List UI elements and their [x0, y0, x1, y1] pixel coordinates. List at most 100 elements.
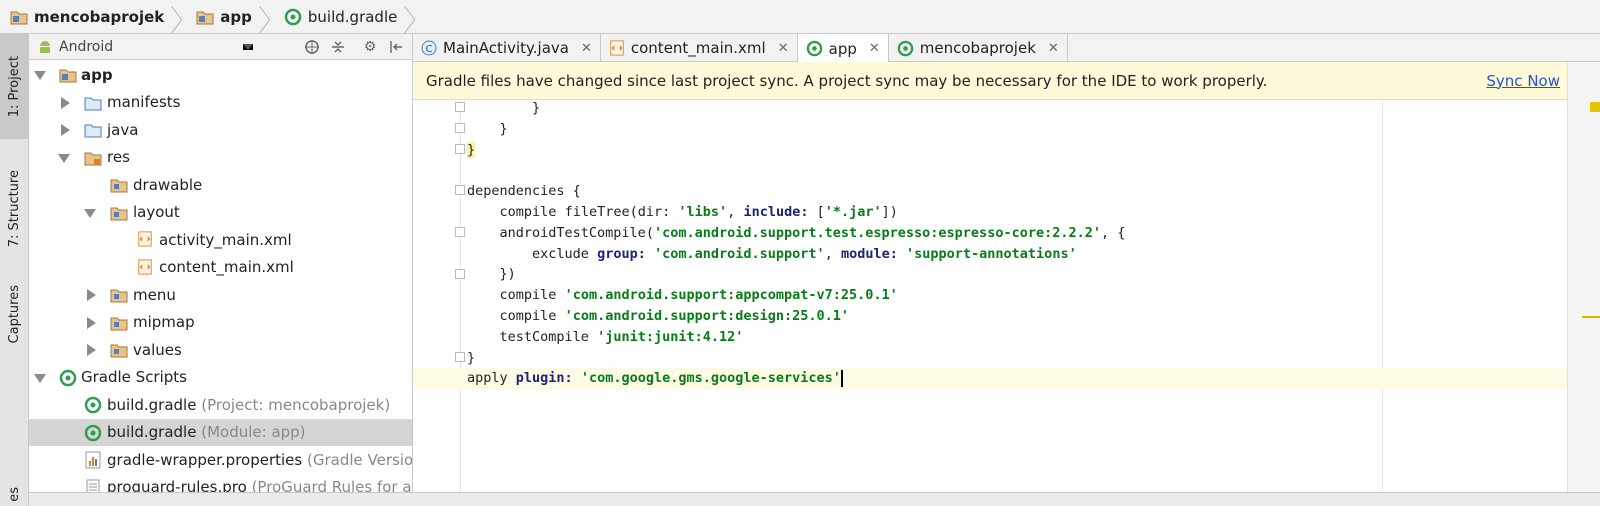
navigation-breadcrumb: mencobaprojek app build.gradle [0, 0, 1600, 34]
named-argument: module: [840, 245, 898, 262]
tree-node-mipmap[interactable]: mipmap [29, 309, 412, 337]
string-literal: 'support-annotations' [906, 245, 1077, 262]
hide-icon[interactable] [388, 39, 404, 55]
tree-node-res[interactable]: res [29, 144, 412, 172]
project-panel-toolbar: Android ⚙ [29, 34, 412, 60]
svg-text:C: C [426, 44, 433, 55]
close-icon[interactable]: ✕ [581, 41, 592, 56]
tree-node-label: mipmap [133, 313, 195, 332]
current-code-line: apply plugin: 'com.google.gms.google-ser… [413, 368, 1567, 390]
tree-node-menu[interactable]: menu [29, 281, 412, 309]
sync-now-link[interactable]: Sync Now [1486, 72, 1560, 90]
gradle-icon [59, 369, 77, 386]
project-view-label: Android [59, 38, 114, 55]
collapse-arrow-icon[interactable] [61, 124, 70, 136]
project-tree: app manifests java res drawable layout a… [29, 61, 412, 501]
tree-node-values[interactable]: values [29, 336, 412, 364]
string-literal: 'com.android.support:design:25.0.1' [564, 307, 850, 324]
close-icon[interactable]: ✕ [778, 41, 789, 56]
breadcrumb-item-file[interactable]: build.gradle [274, 0, 419, 34]
fold-marker-icon[interactable] [455, 269, 465, 279]
fold-marker-icon[interactable] [455, 352, 465, 362]
code-line: } [467, 349, 476, 366]
string-literal: 'com.android.support:appcompat-v7:25.0.1… [564, 287, 898, 304]
collapse-arrow-icon[interactable] [87, 344, 96, 356]
gradle-icon [84, 396, 102, 414]
tool-tab-label: 1: Project [7, 55, 22, 118]
collapse-icon[interactable] [330, 39, 346, 55]
fold-marker-icon[interactable] [455, 227, 465, 237]
tree-node-layout[interactable]: layout [29, 199, 412, 227]
brace-highlight: } [467, 141, 476, 158]
named-argument: group: [597, 245, 646, 262]
tree-node-manifests[interactable]: manifests [29, 89, 412, 117]
tab-app[interactable]: app ✕ [797, 34, 889, 63]
fold-marker-icon[interactable] [455, 144, 465, 154]
expand-arrow-icon[interactable] [34, 373, 46, 383]
tool-tab-captures[interactable]: Captures [0, 274, 29, 354]
tree-node-app[interactable]: app [29, 61, 412, 89]
folder-icon [110, 317, 128, 330]
fold-marker-icon[interactable] [455, 185, 465, 195]
code-text: } } } dependencies { compile fileTree(di… [413, 100, 1567, 390]
tab-main-activity[interactable]: C MainActivity.java ✕ [413, 34, 601, 62]
code-line: testCompile 'junit:junit:4.12' [499, 328, 744, 345]
named-argument: plugin: [515, 370, 573, 387]
tree-node-label: values [133, 340, 182, 359]
code-line: } [467, 100, 541, 116]
ide-window: { "breadcrumb": { "items": [ {"label": "… [0, 0, 1600, 506]
collapse-arrow-icon[interactable] [87, 289, 96, 301]
tab-mencobaprojek[interactable]: mencobaprojek ✕ [889, 34, 1068, 62]
tree-node-label: layout [133, 203, 180, 222]
folder-module-icon [10, 11, 28, 24]
tree-node-activity-main[interactable]: activity_main.xml [29, 226, 412, 254]
breadcrumb-item-project[interactable]: mencobaprojek [0, 0, 186, 34]
tree-node-drawable[interactable]: drawable [29, 171, 412, 199]
tree-node-suffix: (Project: mencobaprojek) [201, 395, 391, 414]
code-line: }) [467, 266, 516, 283]
tree-node-label: menu [133, 285, 176, 304]
tree-node-content-main[interactable]: content_main.xml [29, 254, 412, 282]
status-bar [29, 492, 1600, 506]
expand-arrow-icon[interactable] [58, 153, 70, 163]
xml-file-icon [610, 40, 624, 56]
folder-res-icon [84, 152, 102, 165]
breadcrumb-item-app[interactable]: app [186, 0, 274, 34]
tree-node-gradle-wrapper[interactable]: gradle-wrapper.properties (Gradle Versio… [29, 446, 412, 474]
editor-marker-strip[interactable] [1567, 62, 1600, 506]
code-line-text: apply plugin: 'com.google.gms.google-ser… [467, 370, 841, 387]
tool-tab-structure[interactable]: 7: Structure [0, 154, 29, 264]
fold-marker-icon[interactable] [455, 102, 465, 112]
xml-file-icon [138, 231, 152, 247]
warning-marker-icon[interactable] [1590, 102, 1600, 112]
tree-node-gradle-scripts[interactable]: Gradle Scripts [29, 364, 412, 392]
tree-node-build-gradle-project[interactable]: build.gradle (Project: mencobaprojek) [29, 391, 412, 419]
tree-node-java[interactable]: java [29, 116, 412, 144]
code-editor[interactable]: } } } dependencies { compile fileTree(di… [413, 100, 1567, 506]
java-class-icon: C [421, 40, 437, 56]
tab-content-main[interactable]: content_main.xml ✕ [601, 34, 798, 62]
target-icon[interactable] [304, 39, 320, 55]
breadcrumb-separator [172, 0, 182, 34]
string-literal: 'com.android.support' [654, 245, 825, 262]
android-icon [40, 40, 50, 53]
collapse-arrow-icon[interactable] [61, 96, 70, 109]
code-line: } [467, 120, 508, 137]
project-view-selector[interactable]: Android [29, 34, 257, 60]
gear-icon[interactable]: ⚙ [362, 39, 378, 55]
gradle-sync-banner: Gradle files have changed since last pro… [413, 62, 1567, 100]
project-panel: Android ⚙ app manifests java res drawabl… [29, 34, 413, 506]
close-icon[interactable]: ✕ [869, 41, 880, 56]
collapse-arrow-icon[interactable] [87, 316, 96, 329]
expand-arrow-icon[interactable] [34, 71, 46, 80]
tree-node-label: build.gradle [107, 423, 197, 442]
tree-node-build-gradle-module[interactable]: build.gradle (Module: app) [29, 418, 412, 446]
tool-tab-partial[interactable]: es [0, 482, 29, 506]
fold-marker-icon[interactable] [455, 123, 465, 133]
tree-node-label: activity_main.xml [159, 230, 292, 249]
close-icon[interactable]: ✕ [1048, 41, 1059, 56]
gradle-icon [84, 424, 102, 441]
expand-arrow-icon[interactable] [84, 208, 96, 218]
breadcrumb-separator [405, 0, 415, 34]
tool-tab-project[interactable]: 1: Project [0, 34, 29, 139]
